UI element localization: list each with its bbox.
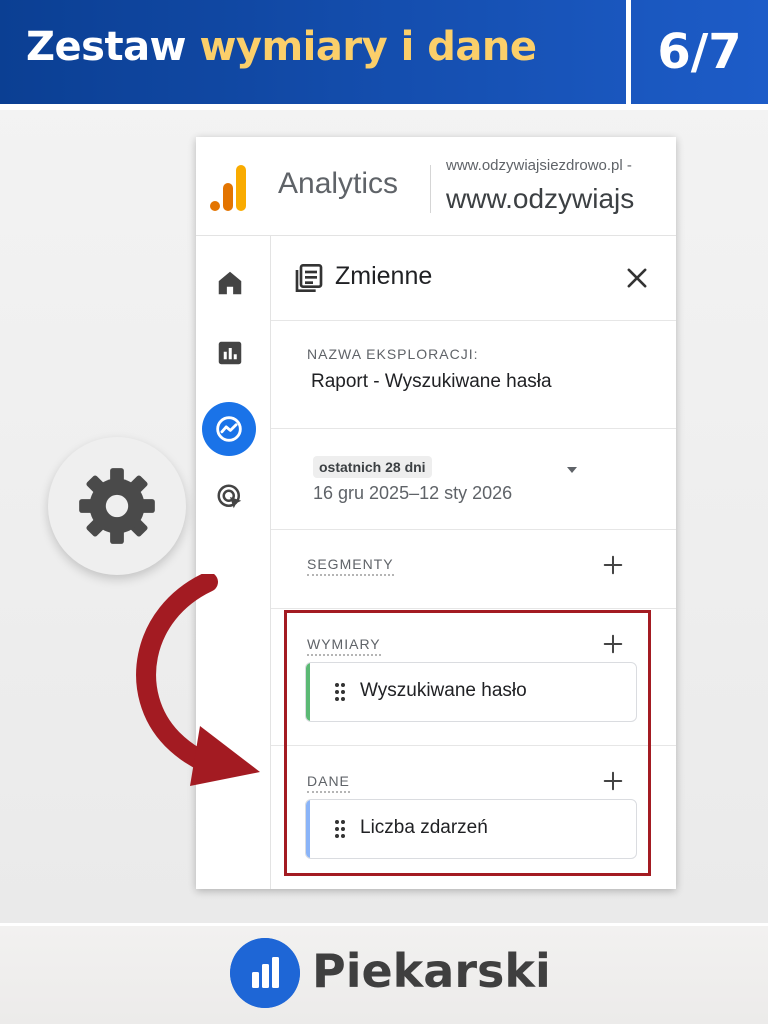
panel-header: Zmienne [271, 236, 676, 321]
close-icon[interactable] [623, 264, 651, 292]
banner-title: Zestaw wymiary i dane [26, 24, 537, 70]
gear-icon [79, 468, 155, 544]
brand-name: Piekarski [312, 944, 551, 998]
header-divider [430, 165, 431, 213]
date-preset-badge: ostatnich 28 dni [313, 456, 432, 478]
page-indicator: 6/7 [657, 24, 742, 80]
analytics-logo-icon[interactable] [210, 165, 250, 211]
home-icon[interactable] [215, 268, 245, 298]
curved-arrow-icon [136, 574, 260, 786]
reports-icon[interactable] [215, 338, 245, 368]
explore-icon [216, 416, 242, 442]
date-range-value: 16 gru 2025–12 sty 2026 [313, 483, 513, 503]
banner-title-highlight: wymiary i dane [199, 24, 537, 70]
add-segment-icon[interactable] [602, 554, 624, 576]
banner-title-text: Zestaw [26, 24, 200, 70]
top-banner: Zestaw wymiary i dane 6/7 [0, 0, 768, 104]
piekarski-logo-icon [230, 938, 300, 1008]
variables-icon [295, 264, 323, 292]
exploration-name-value[interactable]: Raport - Wyszukiwane hasła [311, 371, 552, 393]
gear-badge [48, 437, 186, 575]
segments-label: SEGMENTY [307, 556, 394, 576]
dropdown-caret-icon[interactable] [567, 467, 577, 473]
app-name: Analytics [278, 167, 399, 200]
property-name[interactable]: www.odzywiajs [446, 183, 634, 215]
property-domain[interactable]: www.odzywiajsiezdrowo.pl - [446, 157, 632, 174]
banner-underline [0, 104, 768, 110]
explore-nav-item[interactable] [202, 402, 256, 456]
segments-section: SEGMENTY [271, 530, 676, 609]
exploration-name-label: NAZWA EKSPLORACJI: [307, 346, 479, 362]
panel-title: Zmienne [335, 262, 433, 290]
date-range-picker[interactable]: ostatnich 28 dni 16 gru 2025–12 sty 2026 [271, 429, 676, 530]
highlight-frame [284, 610, 651, 876]
advertising-icon[interactable] [215, 482, 245, 512]
exploration-name-section: NAZWA EKSPLORACJI: Raport - Wyszukiwane … [271, 321, 676, 429]
app-header: Analytics www.odzywiajsiezdrowo.pl - www… [196, 137, 676, 236]
